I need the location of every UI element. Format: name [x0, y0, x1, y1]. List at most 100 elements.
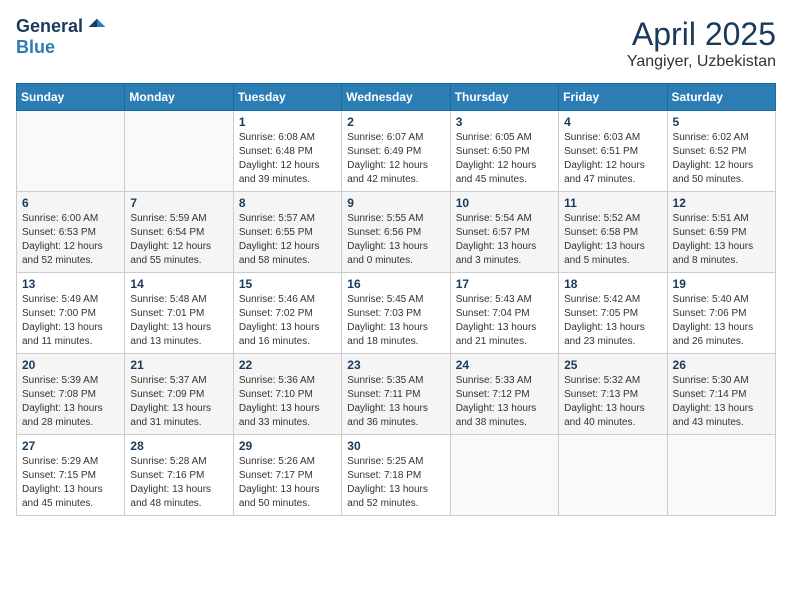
calendar-cell	[125, 111, 233, 192]
calendar-cell: 24Sunrise: 5:33 AM Sunset: 7:12 PM Dayli…	[450, 354, 558, 435]
calendar-cell: 20 Sunrise: 5:39 AM Sunset: 7:08 PM Dayli…	[17, 354, 125, 435]
day-number: 14	[130, 277, 227, 291]
weekday-header-row: SundayMondayTuesdayWednesdayThursdayFrid…	[17, 84, 776, 111]
cell-content: Sunrise: 5:28 AM Sunset: 7:16 PM Dayligh…	[130, 455, 227, 511]
calendar-week-row: 1 Sunrise: 6:08 AM Sunset: 6:48 PM Daylig…	[17, 111, 776, 192]
day-number: 1	[239, 115, 336, 129]
cell-content: Sunrise: 5:59 AM Sunset: 6:54 PM Dayligh…	[130, 212, 227, 268]
day-number: 28	[130, 439, 227, 453]
cell-content: Sunrise: 5:30 AM Sunset: 7:14 PM Dayligh…	[673, 374, 770, 430]
cell-content: Sunrise: 5:36 AM Sunset: 7:10 PM Dayligh…	[239, 374, 336, 430]
page-header: General Blue April 2025 Yangiyer, Uzbeki…	[16, 16, 776, 71]
cell-content: Sunrise: 6:07 AM Sunset: 6:49 PM Dayligh…	[347, 131, 444, 187]
calendar-cell: 10 Sunrise: 5:54 AM Sunset: 6:57 PM Dayli…	[450, 192, 558, 273]
day-number: 22	[239, 358, 336, 372]
cell-content: Sunrise: 5:40 AM Sunset: 7:06 PM Dayligh…	[673, 293, 770, 349]
weekday-header-sunday: Sunday	[17, 84, 125, 111]
cell-content: Sunrise: 5:51 AM Sunset: 6:59 PM Dayligh…	[673, 212, 770, 268]
calendar-body: 1 Sunrise: 6:08 AM Sunset: 6:48 PM Daylig…	[17, 111, 776, 516]
day-number: 11	[564, 196, 661, 210]
day-number: 5	[673, 115, 770, 129]
calendar-table: SundayMondayTuesdayWednesdayThursdayFrid…	[16, 83, 776, 516]
day-number: 24	[456, 358, 553, 372]
calendar-week-row: 6 Sunrise: 6:00 AM Sunset: 6:53 PM Daylig…	[17, 192, 776, 273]
day-number: 3	[456, 115, 553, 129]
logo-blue-text: Blue	[16, 37, 55, 57]
calendar-cell: 3 Sunrise: 6:05 AM Sunset: 6:50 PM Daylig…	[450, 111, 558, 192]
day-number: 29	[239, 439, 336, 453]
cell-content: Sunrise: 5:37 AM Sunset: 7:09 PM Dayligh…	[130, 374, 227, 430]
cell-content: Sunrise: 5:45 AM Sunset: 7:03 PM Dayligh…	[347, 293, 444, 349]
calendar-cell: 5 Sunrise: 6:02 AM Sunset: 6:52 PM Daylig…	[667, 111, 775, 192]
calendar-cell: 13 Sunrise: 5:49 AM Sunset: 7:00 PM Dayli…	[17, 273, 125, 354]
day-number: 19	[673, 277, 770, 291]
cell-content: Sunrise: 5:43 AM Sunset: 7:04 PM Dayligh…	[456, 293, 553, 349]
calendar-cell	[17, 111, 125, 192]
day-number: 30	[347, 439, 444, 453]
day-number: 17	[456, 277, 553, 291]
calendar-cell: 11 Sunrise: 5:52 AM Sunset: 6:58 PM Dayli…	[559, 192, 667, 273]
calendar-week-row: 13 Sunrise: 5:49 AM Sunset: 7:00 PM Dayli…	[17, 273, 776, 354]
cell-content: Sunrise: 5:54 AM Sunset: 6:57 PM Dayligh…	[456, 212, 553, 268]
cell-content: Sunrise: 5:35 AM Sunset: 7:11 PM Dayligh…	[347, 374, 444, 430]
calendar-cell: 28 Sunrise: 5:28 AM Sunset: 7:16 PM Dayli…	[125, 435, 233, 516]
cell-content: Sunrise: 5:48 AM Sunset: 7:01 PM Dayligh…	[130, 293, 227, 349]
cell-content: Sunrise: 5:25 AM Sunset: 7:18 PM Dayligh…	[347, 455, 444, 511]
calendar-cell: 23 Sunrise: 5:35 AM Sunset: 7:11 PM Dayli…	[342, 354, 450, 435]
calendar-cell: 15Sunrise: 5:46 AM Sunset: 7:02 PM Dayli…	[233, 273, 341, 354]
cell-content: Sunrise: 5:52 AM Sunset: 6:58 PM Dayligh…	[564, 212, 661, 268]
day-number: 23	[347, 358, 444, 372]
cell-content: Sunrise: 5:57 AM Sunset: 6:55 PM Dayligh…	[239, 212, 336, 268]
weekday-header-thursday: Thursday	[450, 84, 558, 111]
day-number: 27	[22, 439, 119, 453]
cell-content: Sunrise: 6:08 AM Sunset: 6:48 PM Dayligh…	[239, 131, 336, 187]
day-number: 10	[456, 196, 553, 210]
cell-content: Sunrise: 5:46 AM Sunset: 7:02 PM Dayligh…	[239, 293, 336, 349]
calendar-cell	[667, 435, 775, 516]
calendar-cell: 29 Sunrise: 5:26 AM Sunset: 7:17 PM Dayli…	[233, 435, 341, 516]
calendar-cell: 2 Sunrise: 6:07 AM Sunset: 6:49 PM Daylig…	[342, 111, 450, 192]
month-year-title: April 2025	[627, 16, 776, 53]
calendar-cell: 6 Sunrise: 6:00 AM Sunset: 6:53 PM Daylig…	[17, 192, 125, 273]
calendar-cell: 30 Sunrise: 5:25 AM Sunset: 7:18 PM Dayli…	[342, 435, 450, 516]
calendar-cell: 1 Sunrise: 6:08 AM Sunset: 6:48 PM Daylig…	[233, 111, 341, 192]
calendar-cell: 18 Sunrise: 5:42 AM Sunset: 7:05 PM Dayli…	[559, 273, 667, 354]
cell-content: Sunrise: 5:42 AM Sunset: 7:05 PM Dayligh…	[564, 293, 661, 349]
cell-content: Sunrise: 6:03 AM Sunset: 6:51 PM Dayligh…	[564, 131, 661, 187]
weekday-header-monday: Monday	[125, 84, 233, 111]
day-number: 21	[130, 358, 227, 372]
day-number: 4	[564, 115, 661, 129]
day-number: 13	[22, 277, 119, 291]
day-number: 6	[22, 196, 119, 210]
calendar-cell: 25Sunrise: 5:32 AM Sunset: 7:13 PM Dayli…	[559, 354, 667, 435]
day-number: 26	[673, 358, 770, 372]
calendar-week-row: 27 Sunrise: 5:29 AM Sunset: 7:15 PM Dayli…	[17, 435, 776, 516]
day-number: 2	[347, 115, 444, 129]
cell-content: Sunrise: 6:02 AM Sunset: 6:52 PM Dayligh…	[673, 131, 770, 187]
calendar-cell: 21 Sunrise: 5:37 AM Sunset: 7:09 PM Dayli…	[125, 354, 233, 435]
calendar-cell: 17 Sunrise: 5:43 AM Sunset: 7:04 PM Dayli…	[450, 273, 558, 354]
day-number: 25	[564, 358, 661, 372]
day-number: 18	[564, 277, 661, 291]
calendar-cell: 16Sunrise: 5:45 AM Sunset: 7:03 PM Dayli…	[342, 273, 450, 354]
calendar-cell: 7 Sunrise: 5:59 AM Sunset: 6:54 PM Daylig…	[125, 192, 233, 273]
calendar-week-row: 20 Sunrise: 5:39 AM Sunset: 7:08 PM Dayli…	[17, 354, 776, 435]
cell-content: Sunrise: 5:39 AM Sunset: 7:08 PM Dayligh…	[22, 374, 119, 430]
logo-general-text: General	[16, 16, 83, 37]
weekday-header-tuesday: Tuesday	[233, 84, 341, 111]
cell-content: Sunrise: 5:29 AM Sunset: 7:15 PM Dayligh…	[22, 455, 119, 511]
cell-content: Sunrise: 6:00 AM Sunset: 6:53 PM Dayligh…	[22, 212, 119, 268]
cell-content: Sunrise: 6:05 AM Sunset: 6:50 PM Dayligh…	[456, 131, 553, 187]
day-number: 20	[22, 358, 119, 372]
weekday-header-saturday: Saturday	[667, 84, 775, 111]
calendar-cell	[559, 435, 667, 516]
cell-content: Sunrise: 5:49 AM Sunset: 7:00 PM Dayligh…	[22, 293, 119, 349]
day-number: 7	[130, 196, 227, 210]
calendar-cell: 8Sunrise: 5:57 AM Sunset: 6:55 PM Daylig…	[233, 192, 341, 273]
calendar-cell	[450, 435, 558, 516]
cell-content: Sunrise: 5:26 AM Sunset: 7:17 PM Dayligh…	[239, 455, 336, 511]
day-number: 12	[673, 196, 770, 210]
title-section: April 2025 Yangiyer, Uzbekistan	[627, 16, 776, 71]
day-number: 9	[347, 196, 444, 210]
logo: General Blue	[16, 16, 107, 58]
